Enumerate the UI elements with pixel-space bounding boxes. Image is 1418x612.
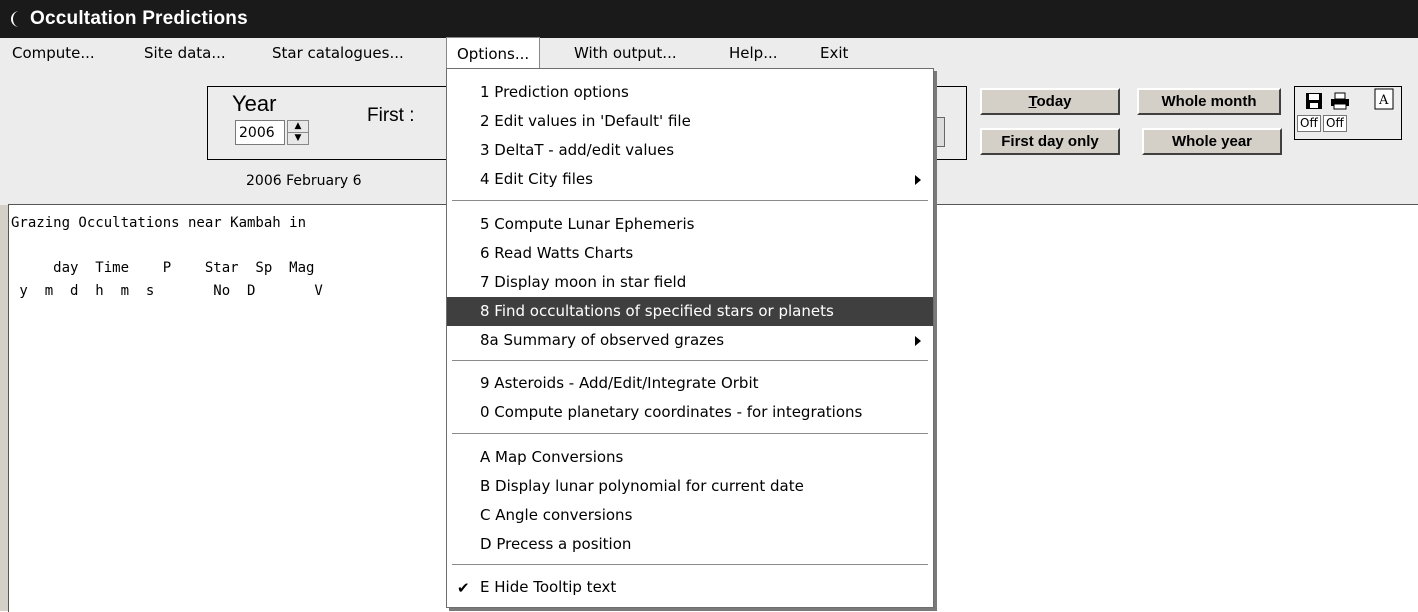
whole-month-button[interactable]: Whole month [1137, 88, 1281, 115]
print-off-label: Off [1323, 115, 1347, 132]
output-line: Grazing Occultations near Kambah in [11, 215, 307, 231]
menu-item-hide-tooltip[interactable]: ✔ E Hide Tooltip text [447, 573, 933, 602]
menu-item-asteroids[interactable]: 9 Asteroids - Add/Edit/Integrate Orbit [447, 369, 933, 398]
svg-text:A: A [1378, 93, 1389, 108]
menu-item-summary-grazes[interactable]: 8a Summary of observed grazes [447, 326, 933, 355]
first-day-only-button[interactable]: First day only [980, 128, 1120, 155]
date-spinner-fragment[interactable] [936, 86, 967, 160]
printer-icon[interactable] [1329, 89, 1351, 113]
menu-item-lunar-ephemeris[interactable]: 5 Compute Lunar Ephemeris [447, 210, 933, 239]
options-dropdown-menu: 1 Prediction options 2 Edit values in 'D… [446, 68, 934, 608]
title-bar: Occultation Predictions [0, 0, 1418, 38]
app-window: Occultation Predictions Compute... Site … [0, 0, 1418, 612]
menu-item-angle-conversions[interactable]: C Angle conversions [447, 501, 933, 530]
menu-item-map-conversions[interactable]: A Map Conversions [447, 443, 933, 472]
menu-item-find-occultations[interactable]: 8 Find occultations of specified stars o… [447, 297, 933, 326]
year-spinner[interactable]: ▲ ▼ [287, 120, 309, 145]
menu-site-data[interactable]: Site data... [134, 38, 236, 68]
whole-year-button[interactable]: Whole year [1142, 128, 1282, 155]
menu-options[interactable]: Options... [446, 37, 541, 69]
output-toggle-group: A Off Off [1294, 86, 1402, 140]
current-date: 2006 February 6 [246, 173, 362, 189]
moon-icon [8, 8, 26, 30]
first-label: First : [367, 105, 415, 126]
submenu-arrow-icon [915, 336, 921, 346]
menu-item-prediction-options[interactable]: 1 Prediction options [447, 78, 933, 107]
font-icon[interactable]: A [1373, 87, 1395, 111]
menu-separator [452, 564, 928, 566]
spin-up-icon[interactable]: ▲ [288, 121, 308, 133]
menu-item-lunar-polynomial[interactable]: B Display lunar polynomial for current d… [447, 472, 933, 501]
first-group: First : [343, 86, 454, 160]
window-title: Occultation Predictions [30, 8, 248, 29]
save-off-label: Off [1297, 115, 1321, 132]
menu-bar: Compute... Site data... Star catalogues.… [0, 37, 1418, 69]
menu-item-planetary-coordinates[interactable]: 0 Compute planetary coordinates - for in… [447, 398, 933, 427]
menu-help[interactable]: Help... [719, 38, 788, 68]
menu-item-deltat[interactable]: 3 DeltaT - add/edit values [447, 136, 933, 165]
year-input[interactable]: 2006 [235, 120, 285, 145]
save-icon[interactable] [1303, 89, 1325, 113]
menu-item-edit-default[interactable]: 2 Edit values in 'Default' file [447, 107, 933, 136]
menu-separator [452, 200, 928, 202]
menu-compute[interactable]: Compute... [2, 38, 105, 68]
menu-separator [452, 360, 928, 362]
menu-with-output[interactable]: With output... [564, 38, 687, 68]
menu-item-edit-city-files[interactable]: 4 Edit City files [447, 165, 933, 194]
year-label: Year [232, 91, 277, 116]
output-line: day Time P Star Sp Mag [11, 260, 315, 276]
menu-separator [452, 433, 928, 435]
checkmark-icon: ✔ [457, 579, 470, 597]
menu-item-precess-position[interactable]: D Precess a position [447, 530, 933, 559]
menu-star-catalogues[interactable]: Star catalogues... [262, 38, 414, 68]
year-group: Year 2006 ▲ ▼ [207, 86, 345, 160]
menu-item-moon-star-field[interactable]: 7 Display moon in star field [447, 268, 933, 297]
submenu-arrow-icon [915, 175, 921, 185]
menu-exit[interactable]: Exit [810, 38, 858, 68]
today-button[interactable]: Today [980, 88, 1120, 115]
output-line: y m d h m s No D V [11, 283, 323, 299]
menu-item-watts-charts[interactable]: 6 Read Watts Charts [447, 239, 933, 268]
spin-down-icon[interactable]: ▼ [288, 133, 308, 144]
